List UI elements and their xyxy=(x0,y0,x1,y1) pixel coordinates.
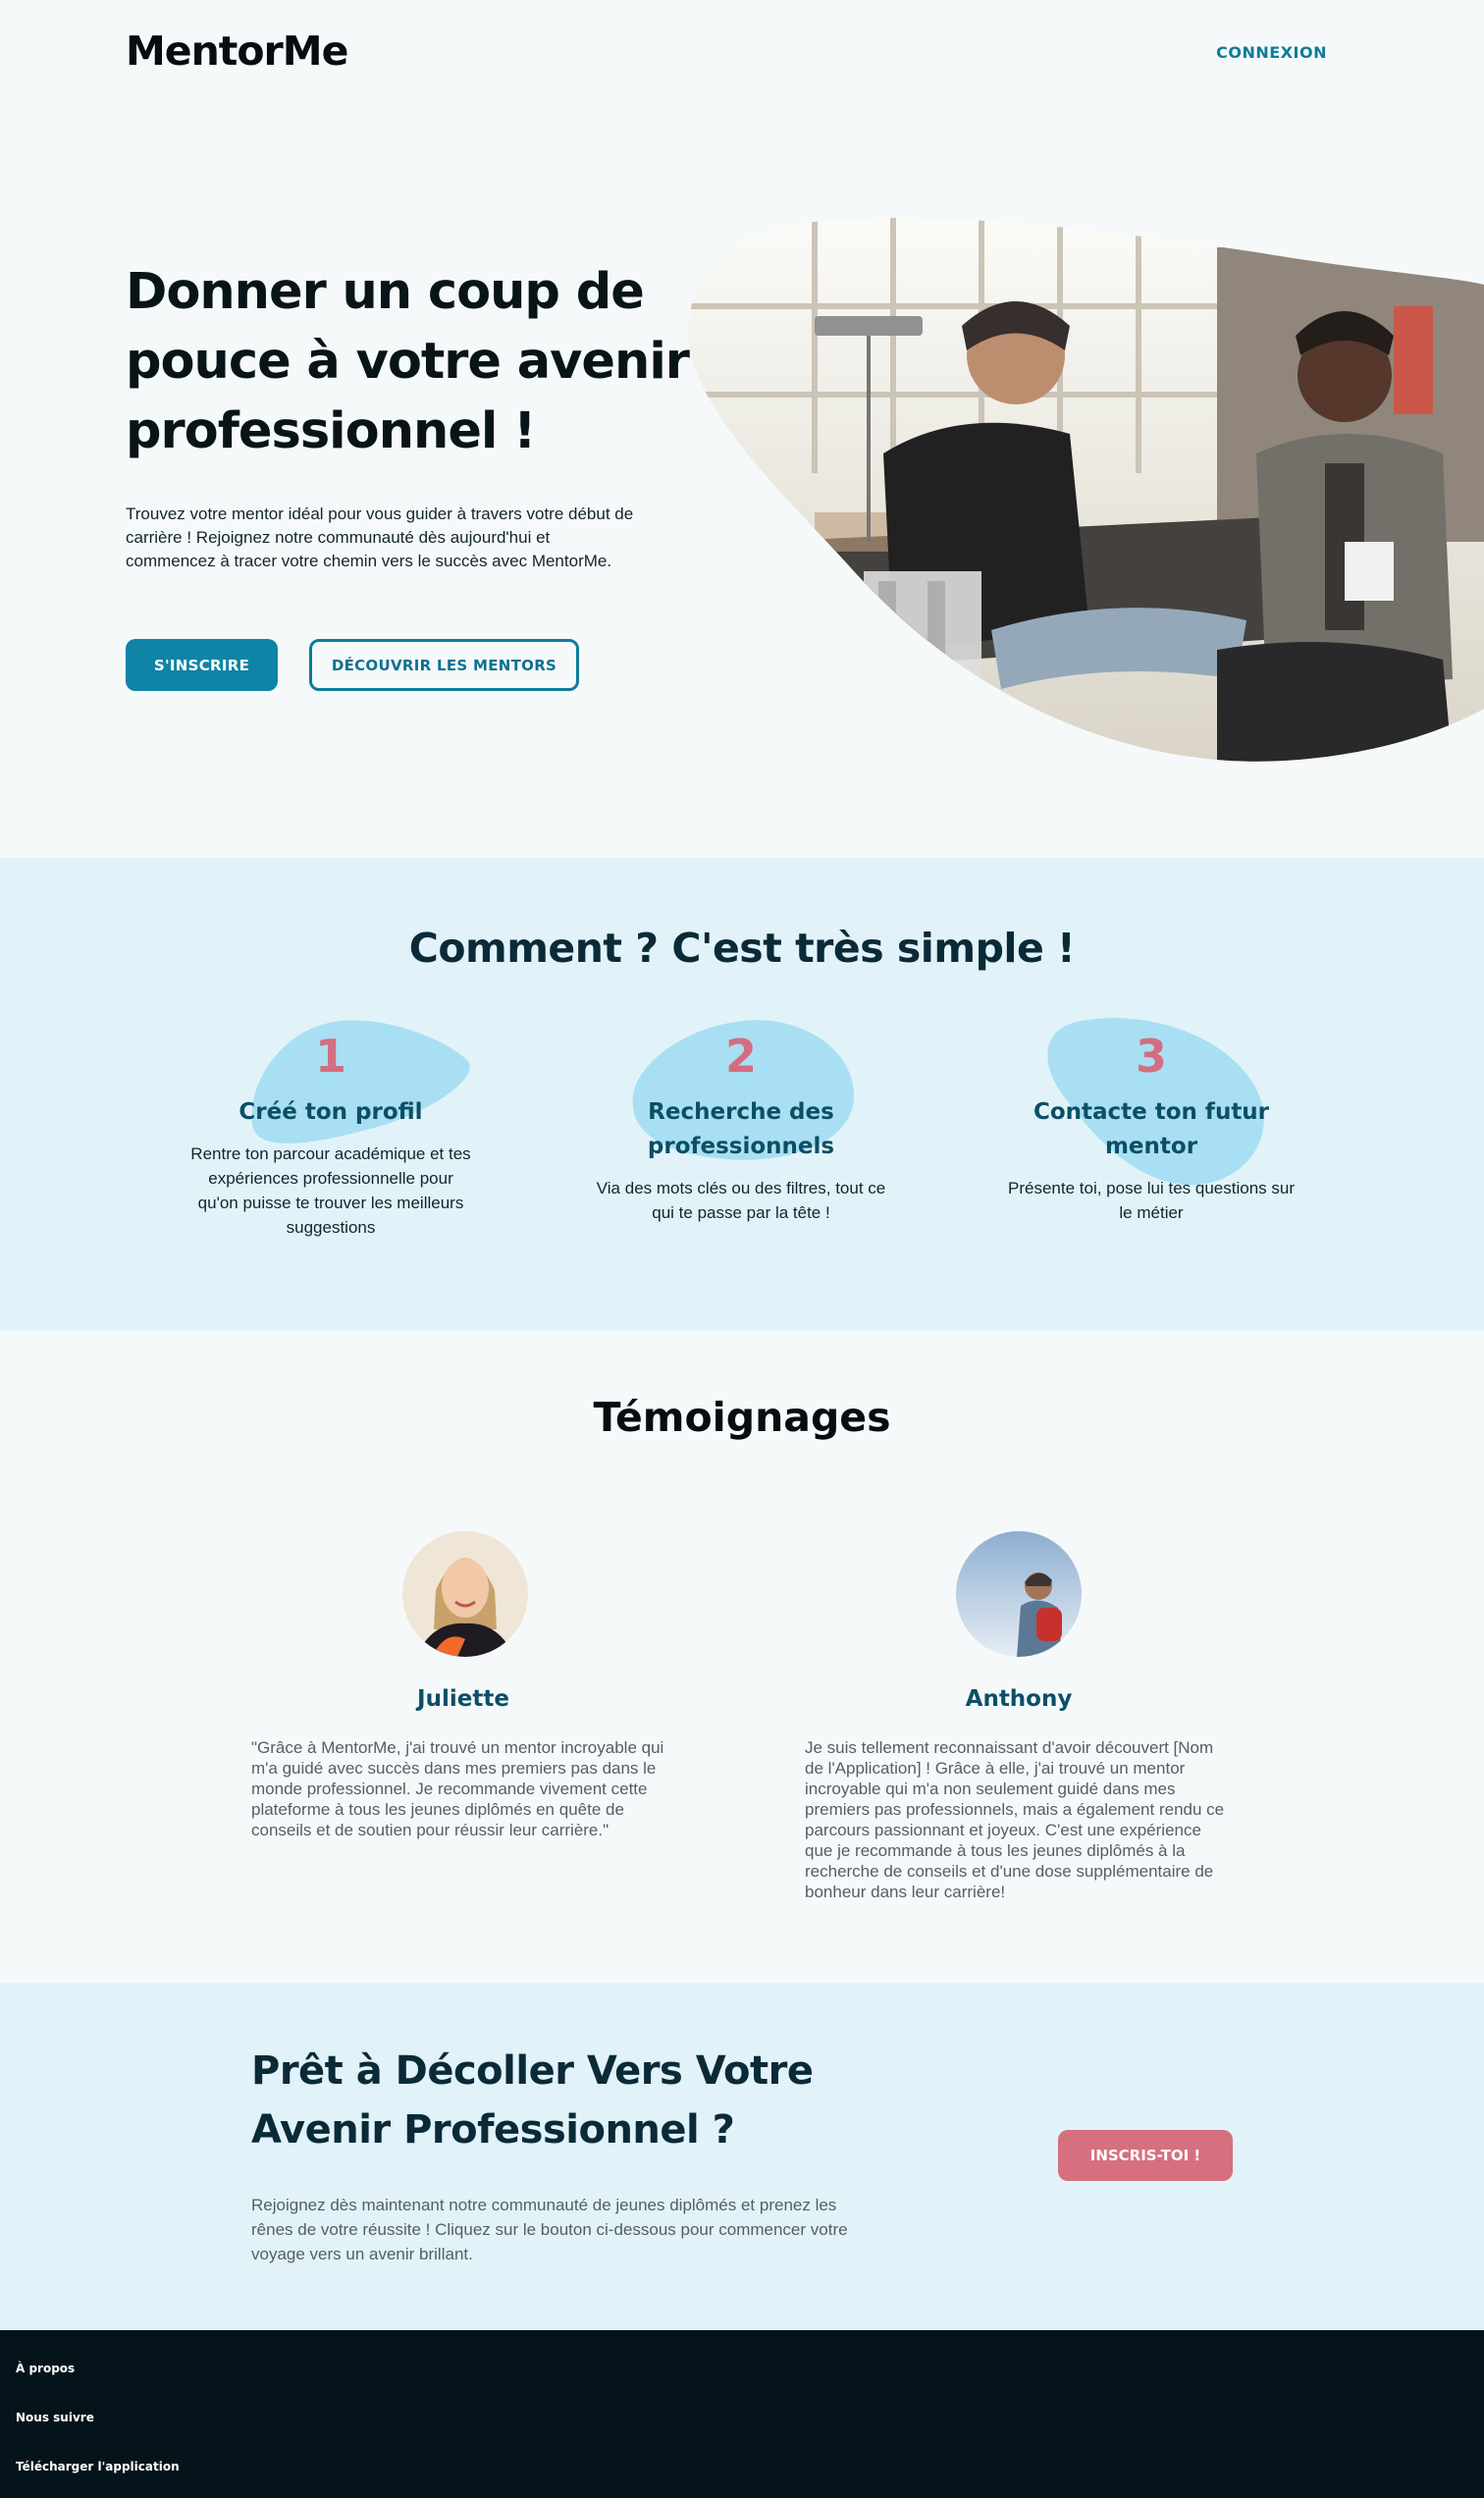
discover-mentors-button[interactable]: DÉCOUVRIR LES MENTORS xyxy=(309,639,579,691)
how-title: Comment ? C'est très simple ! xyxy=(408,925,1076,972)
footer-link-download-app[interactable]: Télécharger l'application xyxy=(16,2460,180,2473)
step-title: Recherche des professionnels xyxy=(647,1099,835,1159)
step-text: Via des mots clés ou des filtres, tout c… xyxy=(596,1179,886,1222)
testimonial-text: "Grâce à MentorMe, j'ai trouvé un mentor… xyxy=(251,1738,664,1839)
footer: À propos Nous suivre Télécharger l'appli… xyxy=(0,2330,1484,2498)
hero-description: Trouvez votre mentor idéal pour vous gui… xyxy=(126,505,634,570)
step-1: 1 Créé ton profil Rentre ton parcour aca… xyxy=(174,1020,488,1240)
logo[interactable]: MentorMe xyxy=(126,27,348,75)
avatar xyxy=(402,1531,528,1657)
testimonial-name: Anthony xyxy=(965,1686,1073,1712)
signup-button[interactable]: S'INSCRIRE xyxy=(126,639,278,691)
cta-signup-button[interactable]: INSCRIS-TOI ! xyxy=(1058,2130,1233,2181)
footer-link-follow[interactable]: Nous suivre xyxy=(16,2411,94,2424)
cta-section: Prêt à Décoller Vers Votre Avenir Profes… xyxy=(0,1983,1484,2330)
avatar xyxy=(956,1531,1082,1657)
testimonial-card: Juliette "Grâce à MentorMe, j'ai trouvé … xyxy=(251,1531,675,1924)
step-number: 1 xyxy=(314,1030,346,1083)
testimonials-title: Témoignages xyxy=(593,1394,891,1441)
footer-link-about[interactable]: À propos xyxy=(16,2362,75,2375)
login-link[interactable]: CONNEXION xyxy=(1216,43,1327,62)
testimonial-card: Anthony Je suis tellement reconnaissant … xyxy=(805,1531,1233,1943)
step-title: Créé ton profil xyxy=(238,1099,423,1125)
step-text: Présente toi, pose lui tes questions sur… xyxy=(1008,1179,1295,1222)
step-number: 3 xyxy=(1135,1030,1167,1083)
landing-page: MentorMe CONNEXION Donner un coup de pou… xyxy=(0,0,1484,2498)
how-it-works-section: Comment ? C'est très simple ! 1 Créé ton… xyxy=(0,858,1484,1331)
testimonial-name: Juliette xyxy=(417,1686,509,1712)
step-2: 2 Recherche des professionnels Via des m… xyxy=(584,1020,898,1225)
step-3: 3 Contacte ton futur mentor Présente toi… xyxy=(994,1018,1308,1225)
cta-title: Prêt à Décoller Vers Votre Avenir Profes… xyxy=(251,2048,814,2153)
hero-photo xyxy=(687,218,1484,762)
step-title: Contacte ton futur mentor xyxy=(1033,1099,1270,1159)
testimonial-text: Je suis tellement reconnaissant d'avoir … xyxy=(805,1738,1225,1901)
step-text: Rentre ton parcour académique et tes exp… xyxy=(190,1144,471,1237)
step-number: 2 xyxy=(724,1030,757,1083)
cta-text: Rejoignez dès maintenant notre communaut… xyxy=(251,2196,848,2263)
